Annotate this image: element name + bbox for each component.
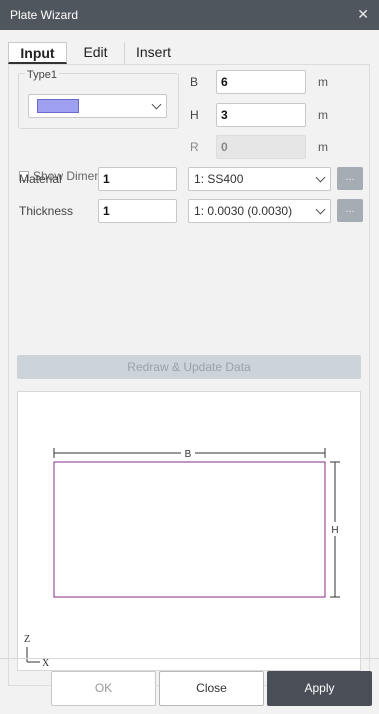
apply-button[interactable]: Apply bbox=[267, 671, 372, 706]
chevron-down-icon bbox=[315, 204, 326, 215]
footer-divider bbox=[0, 658, 379, 659]
close-button[interactable]: Close bbox=[159, 671, 264, 706]
tab-input[interactable]: Input bbox=[8, 42, 67, 64]
b-unit: m bbox=[318, 75, 328, 89]
h-label: H bbox=[190, 108, 199, 122]
ok-button[interactable]: OK bbox=[51, 671, 156, 706]
plate-preview-drawing: B H Z X bbox=[24, 447, 341, 669]
r-unit: m bbox=[318, 140, 328, 154]
chevron-down-icon bbox=[315, 172, 326, 183]
r-label: R bbox=[190, 140, 199, 154]
b-label: B bbox=[190, 75, 199, 89]
r-input: 0 bbox=[216, 135, 306, 159]
height-dimension-label: H bbox=[331, 525, 338, 536]
h-input[interactable]: 3 bbox=[216, 103, 306, 127]
plate-outline bbox=[53, 461, 326, 598]
close-icon[interactable]: ✕ bbox=[357, 6, 369, 22]
thickness-select[interactable]: 1: 0.0030 (0.0030) bbox=[188, 199, 331, 223]
material-select[interactable]: 1: SS400 bbox=[188, 167, 331, 191]
material-label: Material bbox=[19, 172, 62, 186]
thickness-input[interactable]: 1 bbox=[98, 199, 177, 223]
tab-insert[interactable]: Insert bbox=[125, 42, 182, 64]
width-dimension-label: B bbox=[185, 449, 192, 460]
x-axis-label: X bbox=[42, 658, 50, 669]
type-color-swatch bbox=[37, 99, 79, 113]
plate-preview: B H Z X bbox=[17, 391, 361, 671]
material-input[interactable]: 1 bbox=[98, 167, 177, 191]
thickness-label: Thickness bbox=[19, 204, 74, 218]
type-group-label: Type1 bbox=[25, 69, 59, 81]
title-bar: Plate Wizard ✕ bbox=[0, 0, 379, 30]
b-input[interactable]: 6 bbox=[216, 70, 306, 94]
material-select-value: 1: SS400 bbox=[194, 172, 244, 186]
tab-bar: Input Edit Insert bbox=[8, 42, 370, 64]
redraw-update-button: Redraw & Update Data bbox=[17, 355, 361, 379]
z-axis-label: Z bbox=[24, 634, 30, 645]
h-unit: m bbox=[318, 108, 328, 122]
thickness-select-value: 1: 0.0030 (0.0030) bbox=[194, 204, 293, 218]
type-select[interactable] bbox=[28, 94, 167, 118]
chevron-down-icon bbox=[151, 99, 162, 110]
dialog-body: Input Edit Insert Type1 B 6 m H 3 m Show… bbox=[0, 30, 379, 714]
material-more-button[interactable]: ... bbox=[337, 167, 363, 190]
window-title: Plate Wizard bbox=[10, 8, 79, 22]
tab-edit[interactable]: Edit bbox=[67, 42, 125, 64]
thickness-more-button[interactable]: ... bbox=[337, 199, 363, 222]
